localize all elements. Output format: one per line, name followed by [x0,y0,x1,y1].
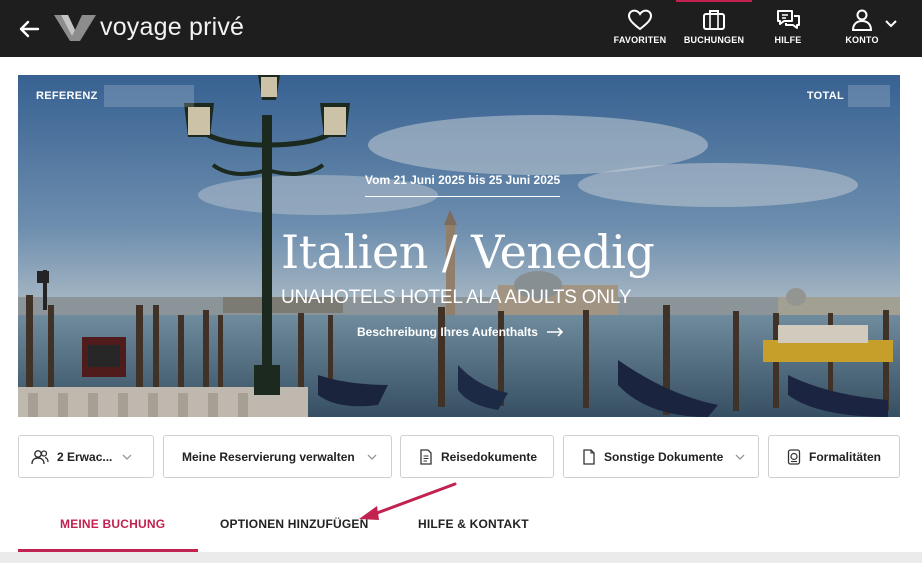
chat-bubbles-icon [777,10,800,29]
annotation-arrow-icon [359,482,457,520]
other-documents-dropdown[interactable]: Sonstige Dokumente [563,435,759,478]
formalities-label: Formalitäten [809,449,882,464]
nav-hilfe[interactable]: HILFE [762,0,814,57]
manage-reservation-label: Meine Reservierung verwalten [182,449,355,464]
hotel-name: UNAHOTELS HOTEL ALA ADULTS ONLY [281,287,632,308]
nav-label: BUCHUNGEN [683,35,745,45]
chevron-down-icon [735,454,745,460]
travellers-dropdown[interactable]: 2 Erwac... [18,435,154,478]
brand-name[interactable]: voyage privé [100,13,244,42]
heart-icon [627,9,653,31]
hero-banner: REFERENZ TOTAL Vom 21 Juni 2025 bis 25 J… [18,75,900,417]
chevron-down-icon [122,454,132,460]
total-value [848,85,890,107]
tab-optionen-hinzufuegen[interactable]: OPTIONEN HINZUFÜGEN [220,517,368,531]
formalities-button[interactable]: Formalitäten [768,435,900,478]
stay-description-label: Beschreibung Ihres Aufenthalts [357,325,538,339]
stay-description-link[interactable]: Beschreibung Ihres Aufenthalts [357,325,564,339]
content-area-top [0,552,922,563]
document-icon [420,448,432,465]
reference-label: REFERENZ [36,90,98,102]
travel-documents-button[interactable]: Reisedokumente [400,435,554,478]
chevron-down-icon[interactable] [885,20,897,28]
manage-reservation-dropdown[interactable]: Meine Reservierung verwalten [163,435,392,478]
nav-label: KONTO [845,35,879,45]
top-navigation-bar: voyage privé FAVORITEN BUCHUNGEN HILFE K… [0,0,922,57]
nav-konto[interactable]: KONTO [834,0,890,57]
user-icon [851,9,873,31]
nav-buchungen[interactable]: BUCHUNGEN [682,0,746,57]
nav-favoriten[interactable]: FAVORITEN [612,0,668,57]
nav-label: FAVORITEN [613,35,667,45]
nav-label: HILFE [774,35,802,45]
travel-documents-label: Reisedokumente [441,449,538,464]
arrow-right-icon [546,327,564,337]
total-label: TOTAL [806,90,844,102]
voyage-prive-logo-icon[interactable] [53,14,97,42]
other-documents-label: Sonstige Dokumente [604,449,724,464]
people-icon [31,449,49,464]
suitcase-icon [703,10,725,30]
file-icon [583,448,595,465]
back-arrow-icon[interactable] [16,16,42,42]
stay-dates: Vom 21 Juni 2025 bis 25 Juni 2025 [365,173,561,197]
reference-value [104,85,194,107]
destination-title: Italien / Venedig [281,225,655,279]
travellers-label: 2 Erwac... [57,449,113,464]
passport-icon [787,448,801,465]
chevron-down-icon [367,454,377,460]
tab-meine-buchung[interactable]: MEINE BUCHUNG [60,517,165,531]
